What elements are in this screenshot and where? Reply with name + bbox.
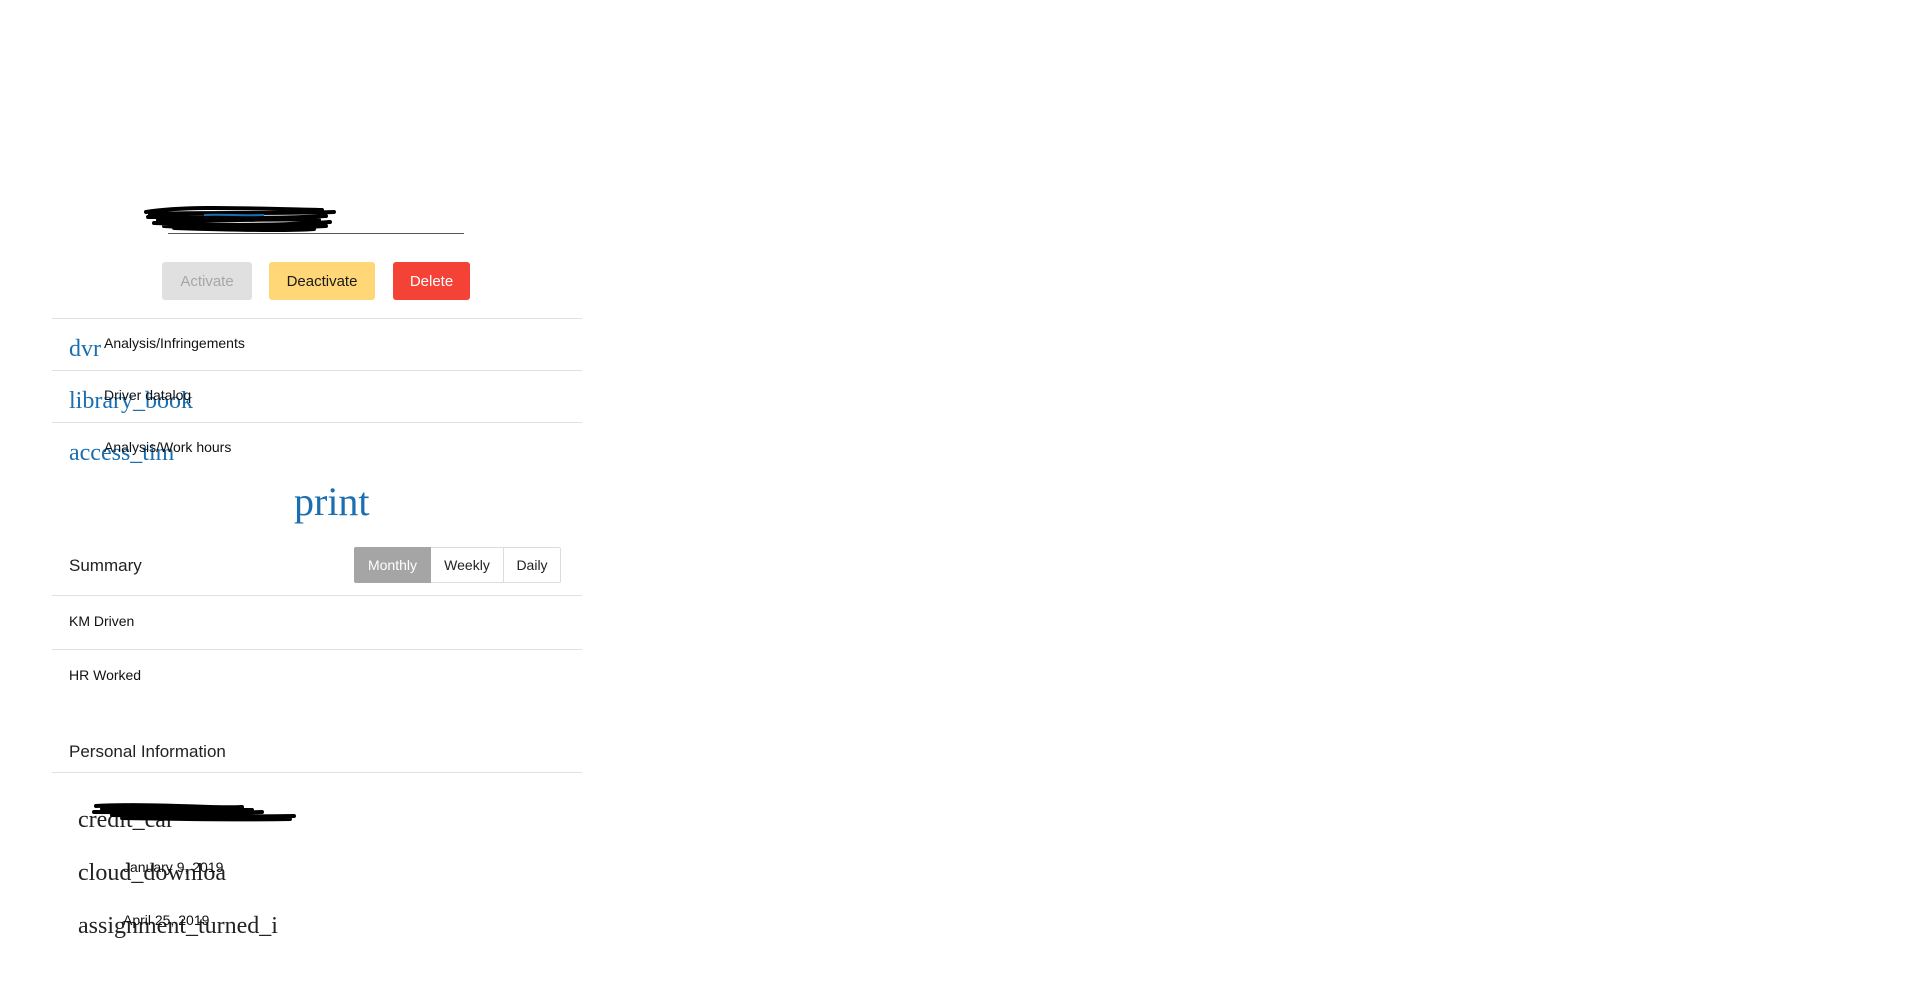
period-weekly-button[interactable]: Weekly [431,547,504,583]
nav-list: dvr Analysis/Infringements library_book … [52,318,582,474]
name-underline [168,233,464,234]
summary-title: Summary [69,556,142,575]
summary-header: Summary Monthly Weekly Daily [52,540,582,596]
personal-info-value: January 9, 2019 [123,859,224,875]
nav-item-work-hours[interactable]: access_tim Analysis/Work hours [52,422,582,474]
personal-info-row: cloud_downloa January 9, 2019 [52,843,582,895]
delete-button[interactable]: Delete [393,262,470,300]
redaction-scribble [92,803,296,822]
stat-row-km-driven: KM Driven [52,596,582,650]
personal-info-row: assignment_turned_i April 25, 2019 [52,896,582,948]
personal-info-value: April 25, 2019 [123,912,210,928]
personal-info-row: credit_car [52,790,582,842]
nav-item-label: Analysis/Infringements [104,335,245,351]
nav-item-label: Analysis/Work hours [104,439,232,455]
stat-label: HR Worked [69,667,142,683]
nav-item-label: Driver dataloq [104,387,192,403]
period-toggle: Monthly Weekly Daily [354,547,561,583]
redaction-scribble [144,206,336,233]
nav-item-infringements[interactable]: dvr Analysis/Infringements [52,318,582,370]
dvr-icon: dvr [69,336,101,362]
period-monthly-button[interactable]: Monthly [354,547,431,583]
driver-name-redacted [144,200,444,236]
personal-info-title: Personal Information [69,742,226,761]
personal-info-header: Personal Information [52,736,582,773]
nav-item-driver-datalog[interactable]: library_book Driver dataloq [52,370,582,422]
print-icon[interactable]: print [294,482,370,522]
driver-profile-panel: Activate Deactivate Delete dvr Analysis/… [52,0,582,996]
stat-label: KM Driven [69,613,135,629]
period-daily-button[interactable]: Daily [504,547,561,583]
deactivate-button[interactable]: Deactivate [269,262,375,300]
activate-button[interactable]: Activate [162,262,252,300]
stat-row-hr-worked: HR Worked [52,650,582,703]
